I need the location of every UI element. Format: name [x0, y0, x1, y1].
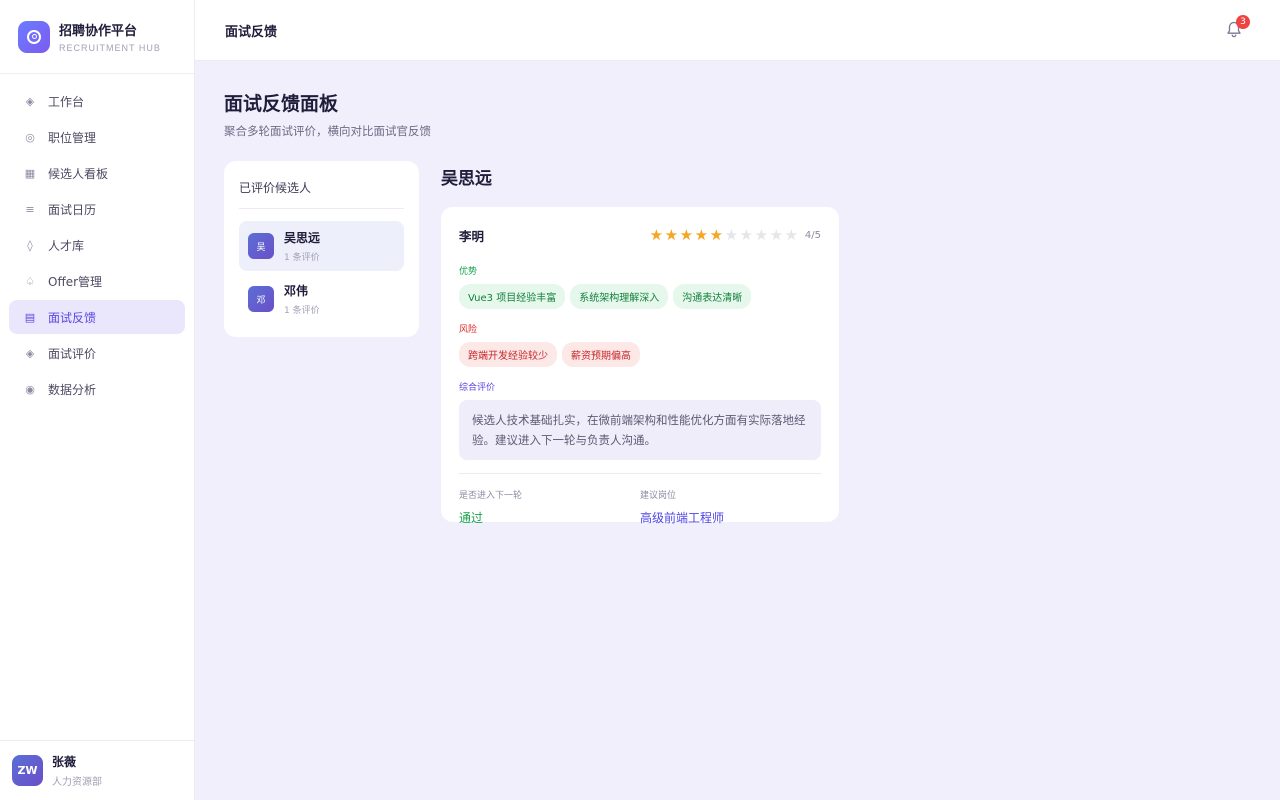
star-icon: ★ — [664, 226, 679, 244]
sidebar-item-label: 面试评价 — [48, 346, 97, 361]
avatar: ZW — [12, 755, 43, 786]
sidebar-item-candidate-board[interactable]: ▦ 候选人看板 — [9, 156, 185, 190]
user-name: 张薇 — [52, 755, 77, 769]
risk-tag: 跨端开发经验较少 — [459, 342, 557, 367]
sidebar-item-analytics[interactable]: ◉ 数据分析 — [9, 372, 185, 406]
avatar: 邓 — [248, 286, 274, 312]
star-icon: ★ — [769, 226, 784, 244]
target-icon: ◎ — [25, 130, 35, 144]
risk-tag: 薪资预期偏高 — [562, 342, 640, 367]
next-round-field: 是否进入下一轮 通过 — [459, 488, 640, 526]
notification-badge: 3 — [1236, 15, 1250, 29]
sidebar-item-dashboard[interactable]: ◈ 工作台 — [9, 84, 185, 118]
strength-tag: 沟通表达清晰 — [673, 284, 752, 309]
feedback-card-header: 李明 ★ ★ ★ ★ ★ ★ ★ ★ ★ ★ 4/5 — [459, 207, 821, 264]
brand: 招聘协作平台 RECRUITMENT HUB — [0, 0, 194, 74]
sidebar: 招聘协作平台 RECRUITMENT HUB ◈ 工作台 ◎ 职位管理 ▦ 候选… — [0, 0, 195, 800]
user-profile[interactable]: ZW 张薇 人力资源部 — [0, 740, 194, 800]
sidebar-item-label: 工作台 — [48, 94, 85, 109]
brand-subtitle: RECRUITMENT HUB — [59, 43, 161, 53]
feedback-card: 李明 ★ ★ ★ ★ ★ ★ ★ ★ ★ ★ 4/5 优势 Vue3 项目经验丰… — [441, 207, 839, 525]
rating: ★ ★ ★ ★ ★ ★ ★ ★ ★ ★ 4/5 — [649, 228, 821, 243]
list-icon: ≡ — [25, 202, 35, 216]
star-icon: ★ — [649, 226, 664, 244]
strengths-label: 优势 — [459, 267, 478, 277]
topbar: 面试反馈 3 — [195, 0, 1280, 61]
sidebar-item-interview-feedback[interactable]: ▤ 面试反馈 — [9, 300, 185, 334]
star-icon: ★ — [724, 226, 739, 244]
sidebar-item-label: 面试日历 — [48, 202, 97, 217]
candidate-review-count: 1 条评价 — [284, 306, 320, 316]
diamond-icon: ◈ — [25, 94, 35, 108]
sidebar-nav: ◈ 工作台 ◎ 职位管理 ▦ 候选人看板 ≡ 面试日历 ◊ 人才库 ♤ Offe… — [0, 74, 194, 406]
feedback-icon: ▤ — [24, 310, 36, 324]
star-icon: ★ — [709, 226, 724, 244]
risks-label: 风险 — [459, 325, 478, 335]
decision-row: 是否进入下一轮 通过 建议岗位 高级前端工程师 — [459, 488, 821, 526]
sidebar-item-label: 面试反馈 — [48, 310, 97, 325]
sidebar-item-interview-evaluation[interactable]: ◈ 面试评价 — [9, 336, 185, 370]
star-icon: ★ — [739, 226, 754, 244]
page-subtitle: 聚合多轮面试评价，横向对比面试官反馈 — [224, 124, 431, 138]
star-icon: ★ — [694, 226, 709, 244]
strength-tag: Vue3 项目经验丰富 — [459, 284, 566, 309]
summary-text: 候选人技术基础扎实，在微前端架构和性能优化方面有实际落地经验。建议进入下一轮与负… — [459, 400, 821, 460]
candidate-item-wusiyuan[interactable]: 吴 吴思远 1 条评价 — [239, 221, 404, 271]
diamond-icon: ◈ — [25, 346, 35, 360]
strengths-tags: Vue3 项目经验丰富 系统架构理解深入 沟通表达清晰 — [459, 284, 821, 309]
candidate-review-count: 1 条评价 — [284, 253, 320, 263]
dot-circle-icon: ◉ — [25, 382, 35, 396]
sidebar-item-label: 人才库 — [48, 238, 85, 253]
brand-logo-icon — [18, 20, 50, 53]
sidebar-item-label: 数据分析 — [48, 382, 97, 397]
star-icon: ★ — [679, 226, 694, 244]
star-icon: ★ — [784, 226, 799, 244]
sidebar-item-interview-calendar[interactable]: ≡ 面试日历 — [9, 192, 185, 226]
candidate-name: 吴思远 — [284, 231, 321, 245]
candidate-item-dengwei[interactable]: 邓 邓伟 1 条评价 — [239, 274, 404, 324]
strength-tag: 系统架构理解深入 — [570, 284, 669, 309]
divider — [459, 473, 821, 474]
star-icon: ★ — [754, 226, 769, 244]
risk-tags: 跨端开发经验较少 薪资预期偏高 — [459, 342, 821, 367]
notification-button[interactable]: 3 — [1226, 15, 1250, 39]
gem-icon: ◊ — [27, 238, 33, 252]
main-content: 面试反馈面板 聚合多轮面试评价，横向对比面试官反馈 已评价候选人 吴 吴思远 1… — [195, 61, 1280, 800]
topbar-title: 面试反馈 — [225, 24, 278, 40]
sidebar-item-label: 职位管理 — [48, 130, 97, 145]
next-round-label: 是否进入下一轮 — [459, 491, 523, 501]
suggested-position-field: 建议岗位 高级前端工程师 — [640, 488, 821, 526]
interviewer-name: 李明 — [459, 229, 485, 244]
candidate-list-panel: 已评价候选人 吴 吴思远 1 条评价 邓 邓伟 1 条评价 — [224, 161, 419, 337]
avatar: 吴 — [248, 233, 274, 259]
grid-icon: ▦ — [24, 166, 36, 180]
spade-icon: ♤ — [25, 274, 35, 288]
sidebar-item-talent-pool[interactable]: ◊ 人才库 — [9, 228, 185, 262]
candidate-name: 邓伟 — [284, 284, 309, 298]
summary-label: 综合评价 — [459, 383, 496, 393]
page-title: 面试反馈面板 — [224, 93, 339, 115]
rating-score: 4/5 — [804, 230, 821, 241]
candidate-list-title: 已评价候选人 — [239, 161, 404, 209]
next-round-value: 通过 — [459, 511, 484, 525]
user-department: 人力资源部 — [52, 777, 102, 788]
selected-candidate-name: 吴思远 — [441, 169, 492, 189]
sidebar-item-label: Offer管理 — [48, 274, 103, 289]
sidebar-item-jobs[interactable]: ◎ 职位管理 — [9, 120, 185, 154]
sidebar-item-label: 候选人看板 — [48, 166, 109, 181]
sidebar-item-offer[interactable]: ♤ Offer管理 — [9, 264, 185, 298]
suggested-position-value: 高级前端工程师 — [640, 511, 725, 525]
brand-name: 招聘协作平台 — [59, 24, 138, 39]
suggested-position-label: 建议岗位 — [640, 491, 677, 501]
